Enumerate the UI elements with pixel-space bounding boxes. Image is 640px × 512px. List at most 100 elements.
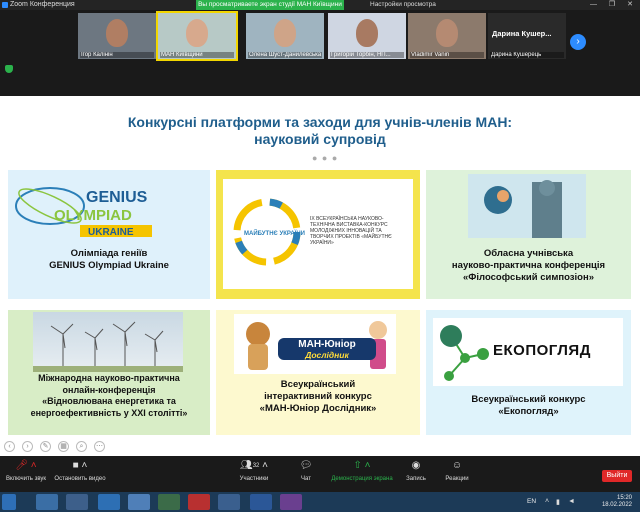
girl-head xyxy=(369,321,387,339)
slide-title-line1: Конкурсні платформи та заходи для учнів-… xyxy=(127,114,513,130)
participant-face xyxy=(106,19,128,47)
card-text: Всеукраїнський інтерактивний конкурс «МА… xyxy=(216,379,420,415)
globe-node xyxy=(440,325,462,347)
explorer-folder-icon[interactable] xyxy=(66,494,88,510)
logo-ukraine-text: UKRAINE xyxy=(88,227,134,238)
wind-turbines-illustration xyxy=(33,321,183,372)
next-slide-icon[interactable]: › xyxy=(22,441,33,452)
chat-icon: 💬︎ xyxy=(299,460,313,471)
word-icon[interactable] xyxy=(250,494,272,510)
turbines xyxy=(50,321,164,372)
share-screen-button[interactable]: ⇧ ˄ Демонстрация экрана xyxy=(330,459,394,482)
opera-icon[interactable] xyxy=(188,494,210,510)
slides-grid-icon[interactable]: ▦ xyxy=(58,441,69,452)
window-titlebar: Zoom Конференция Вы просматриваете экран… xyxy=(0,0,640,10)
slide-dots: ● ● ● xyxy=(312,153,339,163)
volume-icon[interactable]: ◄ xyxy=(568,498,575,505)
participants-count: 32 xyxy=(252,463,260,469)
video-button[interactable]: ■ ˄ Остановить видео xyxy=(54,459,106,482)
participant-name: Vladimir Vanin xyxy=(410,52,484,58)
participant-name: Ігор Калінін xyxy=(80,52,154,58)
bear-body xyxy=(248,344,268,370)
card-maibutnie-ukrainy: МАЙБУТНЄ УКРАЇНИ IX ВСЕУКРАЇНСЬКА НАУКОВ… xyxy=(216,170,420,299)
bear-head xyxy=(246,322,270,346)
record-label: Запись xyxy=(406,476,426,482)
participant-face xyxy=(186,19,208,47)
app-icon[interactable] xyxy=(280,494,302,510)
card-man-junior: МАН-Юніор Дослідник Всеукраїнський інтер… xyxy=(216,310,420,435)
participant-tile[interactable]: Олена Шуст-Данилевська xyxy=(246,13,324,59)
windows-taskbar: EN ˄ ▮ ◄ 15:20 18.02.2022 xyxy=(0,492,640,512)
statue-head xyxy=(539,180,555,196)
ground xyxy=(33,366,183,372)
head-silhouette xyxy=(484,186,512,214)
card-text: Обласна учнівська науково-практична конф… xyxy=(426,248,631,284)
card-line: Олімпіада геніїв xyxy=(70,248,148,259)
card-line: «Філософський симпозіон» xyxy=(463,272,594,283)
card-line: інтерактивний конкурс xyxy=(264,391,372,402)
reactions-button[interactable]: ☺ Реакции xyxy=(442,459,472,482)
card-text: Міжнародна науково-практична онлайн-конф… xyxy=(8,373,210,419)
participant-face xyxy=(436,19,458,47)
card-line: Всеукраїнський xyxy=(280,379,356,390)
meeting-toolbar: 🎤︎ ˄ Включить звук ■ ˄ Остановить видео … xyxy=(0,456,640,492)
participant-name: Григорій Торбін, НП... xyxy=(330,52,404,58)
participant-name: Дарина Кушерець xyxy=(490,52,564,58)
edge-icon[interactable] xyxy=(98,494,120,510)
chat-label: Чат xyxy=(301,476,311,482)
network-icon[interactable]: ▮ xyxy=(556,498,560,506)
keyboard-language[interactable]: EN xyxy=(527,498,536,505)
ekopohliad-word: ЕКОПОГЛЯД xyxy=(493,342,591,359)
participant-face xyxy=(274,19,296,47)
mute-label: Включить звук xyxy=(5,476,46,482)
expo-description: IX ВСЕУКРАЇНСЬКА НАУКОВО-ТЕХНІЧНА ВИСТАВ… xyxy=(310,216,392,246)
participant-name: Олена Шуст-Данилевська xyxy=(248,52,322,58)
node xyxy=(460,353,470,363)
chat-button[interactable]: 💬︎ Чат xyxy=(294,459,318,482)
system-clock[interactable]: 15:20 18.02.2022 xyxy=(602,495,632,509)
share-screen-label: Демонстрация экрана xyxy=(331,476,393,482)
chrome-icon[interactable] xyxy=(158,494,180,510)
next-page-arrow-icon[interactable]: › xyxy=(570,34,586,50)
card-line: науково-практична конференція xyxy=(451,260,606,271)
record-icon: ◉ xyxy=(411,460,421,471)
leave-meeting-button[interactable]: Выйти xyxy=(602,470,632,482)
participants-button[interactable]: 👥︎32 ˄ Участники xyxy=(236,459,272,482)
man-junior-label: МАН-Юніор Дослідник xyxy=(278,338,376,360)
participants-label: Участники xyxy=(239,476,269,482)
participant-big-name: Дарина Кушер... xyxy=(492,29,552,38)
participant-tile[interactable]: Дарина Кушер... Дарина Кушерець xyxy=(488,13,566,59)
philosophy-illustration xyxy=(468,174,586,238)
tray-arrow-icon[interactable]: ˄ xyxy=(545,498,549,505)
clock-date: 18.02.2022 xyxy=(601,502,632,508)
start-button-icon[interactable] xyxy=(2,494,16,510)
reactions-label: Реакции xyxy=(445,476,469,482)
card-philosophy-symposium: Обласна учнівська науково-практична конф… xyxy=(426,170,631,299)
slide-navigation: ‹ › ✎ ▦ ⌕ ⋯ xyxy=(0,439,640,456)
reactions-icon: ☺ xyxy=(451,460,463,471)
zoom-icon[interactable]: ⌕ xyxy=(76,441,87,452)
logo-line: Дослідник xyxy=(305,350,349,360)
camera-icon: ■ ˄ xyxy=(72,460,88,471)
ie-icon[interactable] xyxy=(36,494,58,510)
card-line: «Екопогляд» xyxy=(498,406,559,417)
zoom-taskbar-icon[interactable] xyxy=(218,494,240,510)
card-text: Олімпіада геніїв GENIUS Olympiad Ukraine xyxy=(8,248,210,272)
participant-tile[interactable]: Григорій Торбін, НП... xyxy=(328,13,406,59)
screen-share-banner: Вы просматриваете экран студії МАН Київщ… xyxy=(196,0,344,10)
prev-slide-icon[interactable]: ‹ xyxy=(4,441,15,452)
participant-tile[interactable]: Vladimir Vanin xyxy=(408,13,486,59)
security-shield-icon[interactable] xyxy=(5,65,13,73)
media-player-icon[interactable] xyxy=(128,494,150,510)
logo-line: МАН-Юніор xyxy=(298,339,356,350)
mute-button[interactable]: 🎤︎ ˄ Включить звук xyxy=(4,459,48,482)
participant-tile[interactable]: МАН Київщини xyxy=(156,11,238,61)
view-options-menu[interactable]: Настройки просмотра xyxy=(370,0,436,10)
slide-title-line2: науковий супровід xyxy=(254,131,386,147)
record-button[interactable]: ◉ Запись xyxy=(402,459,430,482)
participant-face xyxy=(356,19,378,47)
participant-tile[interactable]: Ігор Калінін xyxy=(78,13,156,59)
pen-icon[interactable]: ✎ xyxy=(40,441,51,452)
more-options-icon[interactable]: ⋯ xyxy=(94,441,105,452)
window-controls[interactable]: — ❐ ✕ xyxy=(590,0,638,10)
